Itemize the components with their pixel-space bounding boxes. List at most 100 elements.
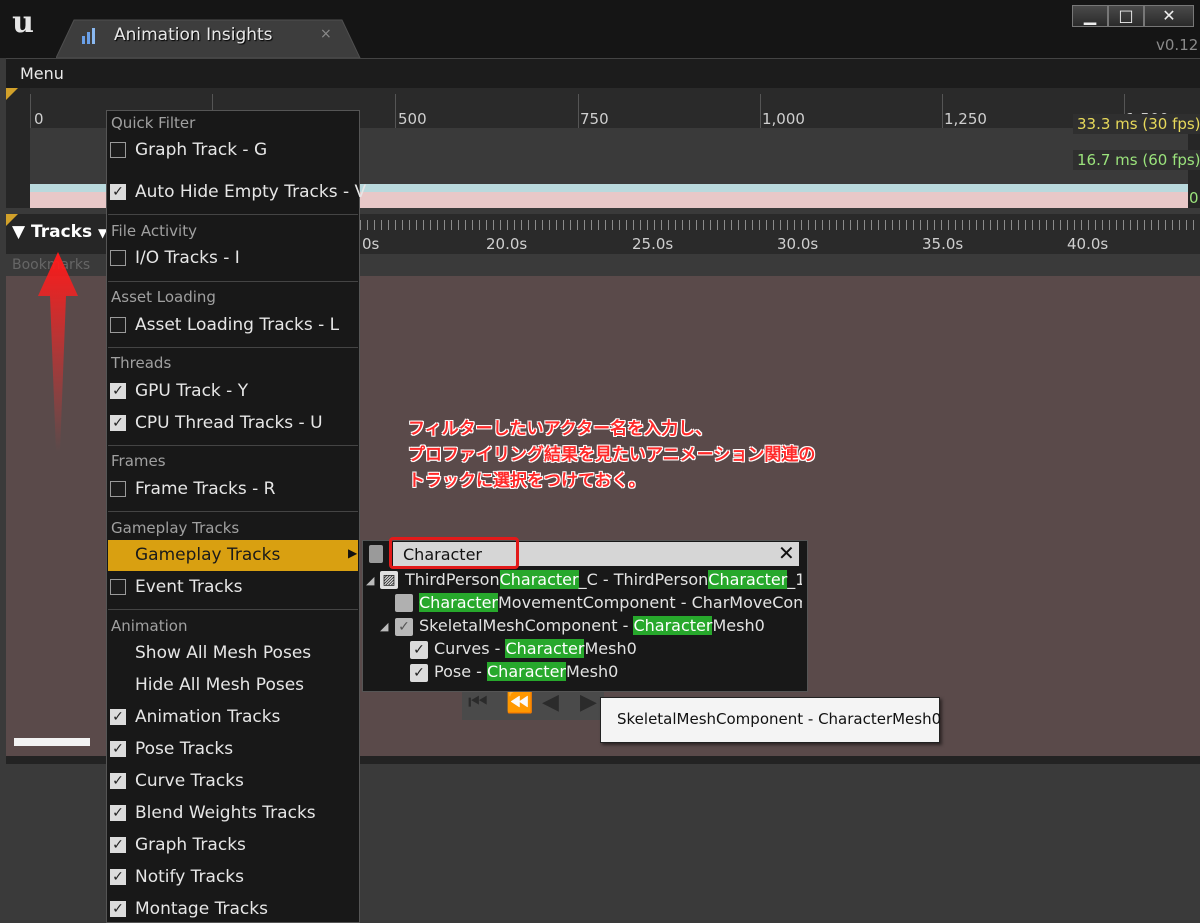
frame-tracks-checkbox[interactable] <box>110 481 126 497</box>
menu-separator <box>108 214 358 215</box>
time-tick: 40.0s <box>1067 235 1109 253</box>
pose-checkbox[interactable]: ✓ <box>410 664 428 682</box>
ruler-line <box>30 94 31 128</box>
menu-separator <box>108 511 358 512</box>
filter-match: Character <box>708 570 788 589</box>
ruler-line <box>760 94 761 128</box>
io-tracks-checkbox[interactable] <box>110 250 126 266</box>
previous-frame-icon[interactable]: ⏪ <box>506 690 533 715</box>
section-threads: Threads <box>111 354 172 372</box>
menu-item-cpu-thread[interactable]: CPU Thread Tracks - U <box>135 413 323 433</box>
tree-text: SkeletalMeshComponent - <box>419 616 634 635</box>
menu-item-blend-weights[interactable]: Blend Weights Tracks <box>135 803 316 823</box>
menu-separator <box>108 445 358 446</box>
cpu-thread-checkbox[interactable]: ✓ <box>110 415 126 431</box>
tree-hatch-checkbox[interactable]: ▨ <box>380 571 398 589</box>
skeletal-mesh-checkbox[interactable]: ✓ <box>395 618 413 636</box>
tree-row-curves[interactable]: Curves - CharacterMesh0 <box>434 639 637 658</box>
menu-item-frame-tracks[interactable]: Frame Tracks - R <box>135 479 275 499</box>
filter-toggle-icon[interactable] <box>369 545 383 563</box>
menu-item-montage-tracks[interactable]: Montage Tracks <box>135 899 268 919</box>
auto-hide-checkbox[interactable]: ✓ <box>110 184 126 200</box>
animation-tracks-checkbox[interactable]: ✓ <box>110 709 126 725</box>
tree-text: Curves - <box>434 639 506 658</box>
time-tick: 20.0s <box>486 235 528 253</box>
montage-tracks-checkbox[interactable]: ✓ <box>110 901 126 917</box>
tree-text: Mesh0 <box>712 616 765 635</box>
horizontal-scrollbar[interactable] <box>14 738 90 746</box>
annotation-line-3: トラックに選択をつけておく。 <box>408 471 646 491</box>
maximize-button[interactable]: □ <box>1108 5 1144 27</box>
section-asset-loading: Asset Loading <box>111 288 216 306</box>
frame-tick: 1,250 <box>944 110 987 128</box>
tree-row-pose[interactable]: Pose - CharacterMesh0 <box>434 662 618 681</box>
menu-item-notify-tracks[interactable]: Notify Tracks <box>135 867 244 887</box>
menu-separator <box>108 347 358 348</box>
time-tick: 0s <box>362 235 380 253</box>
menu-item-gpu-track[interactable]: GPU Track - Y <box>135 381 248 401</box>
graph-track-checkbox[interactable] <box>110 142 126 158</box>
blend-weights-checkbox[interactable]: ✓ <box>110 805 126 821</box>
section-gameplay: Gameplay Tracks <box>111 519 240 537</box>
tracks-button[interactable]: ▼ Tracks ▼ <box>12 222 107 242</box>
menu-separator <box>108 281 358 282</box>
filter-match: Character <box>505 639 585 658</box>
tree-text: Mesh0 <box>584 639 637 658</box>
unreal-logo-icon: u <box>12 5 34 40</box>
play-icon[interactable]: ▶ <box>580 690 597 715</box>
notify-tracks-checkbox[interactable]: ✓ <box>110 869 126 885</box>
frame-tick: 500 <box>398 110 427 128</box>
annotation-line-2: プロファイリング結果を見たいアニメーション関連の <box>408 445 816 465</box>
curves-checkbox[interactable]: ✓ <box>410 641 428 659</box>
ruler-line <box>942 94 943 128</box>
menu-button[interactable]: Menu <box>20 64 64 83</box>
frame-tick: 1,000 <box>762 110 805 128</box>
menu-item-event-tracks[interactable]: Event Tracks <box>135 577 242 597</box>
menu-item-animation-tracks[interactable]: Animation Tracks <box>135 707 280 727</box>
menu-item-hide-mesh-poses[interactable]: Hide All Mesh Poses <box>135 675 304 695</box>
menu-item-io-tracks[interactable]: I/O Tracks - I <box>135 248 240 268</box>
menu-separator <box>108 609 358 610</box>
ruler-line <box>395 94 396 128</box>
collapse-arrow-icon[interactable]: ◢ <box>366 574 374 587</box>
collapse-arrow-icon[interactable]: ◢ <box>380 620 388 633</box>
graph-tracks-checkbox[interactable]: ✓ <box>110 837 126 853</box>
movement-component-checkbox[interactable] <box>395 594 413 612</box>
reverse-play-icon[interactable]: ◀ <box>542 690 559 715</box>
time-tick: 25.0s <box>632 235 674 253</box>
tab-title: Animation Insights <box>114 25 273 45</box>
tree-row-movement-component[interactable]: CharacterMovementComponent - CharMoveCom <box>419 593 802 612</box>
section-frames: Frames <box>111 452 166 470</box>
event-tracks-checkbox[interactable] <box>110 579 126 595</box>
menu-item-show-mesh-poses[interactable]: Show All Mesh Poses <box>135 643 311 663</box>
tree-text: MovementComponent - CharMoveCom <box>498 593 802 612</box>
annotation-arrow-icon <box>36 252 80 456</box>
menu-item-curve-tracks[interactable]: Curve Tracks <box>135 771 244 791</box>
filter-match: Character <box>633 616 713 635</box>
asset-loading-checkbox[interactable] <box>110 317 126 333</box>
tree-text: _1( <box>787 570 802 589</box>
maximize-icon: □ <box>1118 6 1134 25</box>
pose-tracks-checkbox[interactable]: ✓ <box>110 741 126 757</box>
gpu-track-checkbox[interactable]: ✓ <box>110 383 126 399</box>
menu-item-pose-tracks[interactable]: Pose Tracks <box>135 739 233 759</box>
section-animation: Animation <box>111 617 188 635</box>
document-tab[interactable]: Animation Insights × <box>56 18 362 58</box>
tree-row-actor[interactable]: ThirdPersonCharacter_C - ThirdPersonChar… <box>405 570 802 589</box>
menu-item-graph-tracks[interactable]: Graph Tracks <box>135 835 246 855</box>
section-quick-filter: Quick Filter <box>111 114 196 132</box>
menu-item-graph-track[interactable]: Graph Track - G <box>135 140 267 160</box>
filter-match: Character <box>499 570 579 589</box>
chart-icon <box>80 26 100 46</box>
annotation-highlight-box <box>389 537 519 569</box>
minimize-button[interactable]: ▁ <box>1072 5 1108 27</box>
menu-item-auto-hide[interactable]: Auto Hide Empty Tracks - V <box>135 182 366 202</box>
clear-filter-icon[interactable]: ✕ <box>778 541 795 565</box>
tree-row-skeletal-mesh[interactable]: SkeletalMeshComponent - CharacterMesh0 <box>419 616 765 635</box>
curve-tracks-checkbox[interactable]: ✓ <box>110 773 126 789</box>
first-frame-icon[interactable]: ⏮ <box>468 690 488 715</box>
close-button[interactable]: ✕ <box>1144 5 1194 27</box>
menu-item-asset-loading[interactable]: Asset Loading Tracks - L <box>135 315 339 335</box>
tab-close-icon[interactable]: × <box>320 26 332 42</box>
time-tick: 35.0s <box>922 235 964 253</box>
